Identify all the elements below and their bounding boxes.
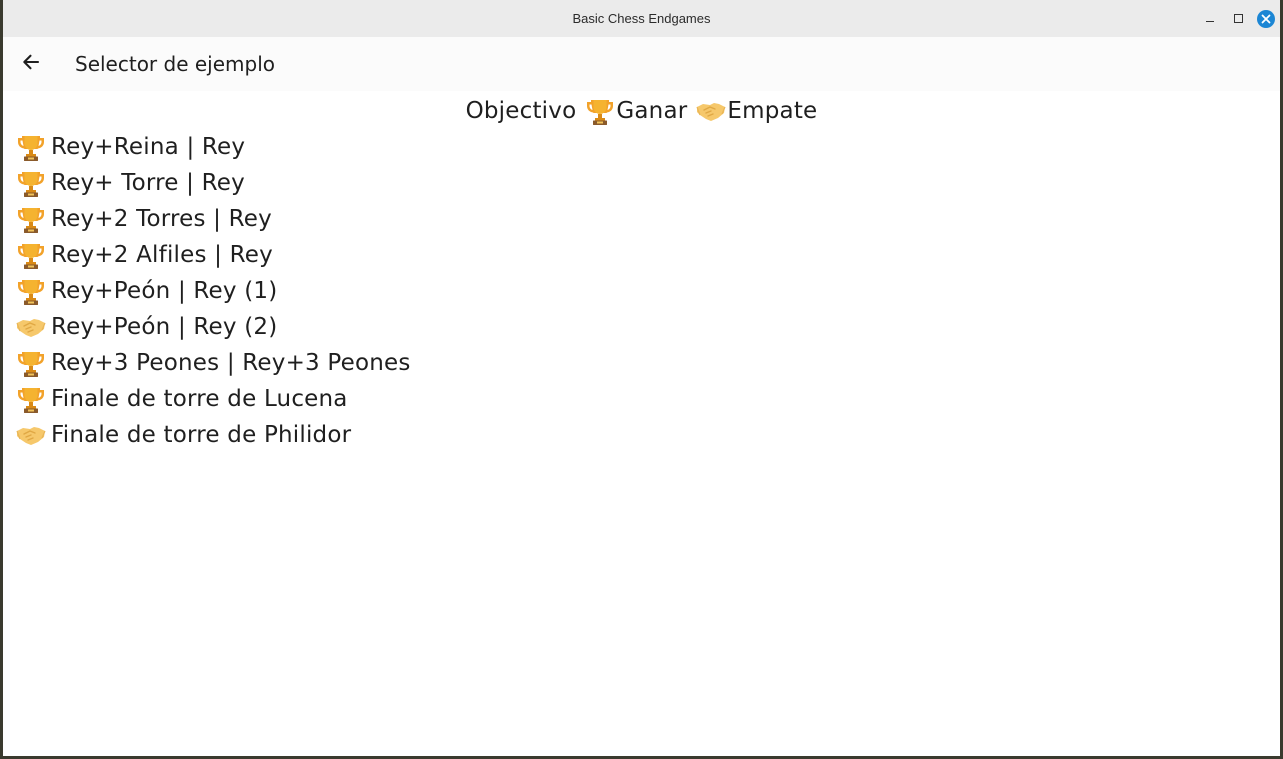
example-label: Rey+3 Peones | Rey+3 Peones: [51, 350, 411, 376]
goal-legend: Objectivo Ganar Empate: [3, 93, 1280, 129]
handshake-icon: [15, 420, 47, 450]
example-selector: Objectivo Ganar Empate Rey+Reina | Rey R…: [3, 91, 1280, 453]
trophy-icon: [15, 240, 47, 270]
example-label: Finale de torre de Philidor: [51, 422, 352, 448]
example-item[interactable]: Rey+2 Torres | Rey: [3, 201, 1280, 237]
close-button[interactable]: [1252, 0, 1280, 37]
trophy-icon: [584, 96, 616, 126]
trophy-icon: [15, 168, 47, 198]
trophy-icon: [15, 132, 47, 162]
example-item[interactable]: Rey+Peón | Rey (2): [3, 309, 1280, 345]
handshake-icon: [695, 96, 727, 126]
example-label: Finale de torre de Lucena: [51, 386, 348, 412]
legend-label: Objectivo: [465, 98, 577, 124]
title-bar: Basic Chess Endgames: [3, 0, 1280, 37]
example-label: Rey+2 Torres | Rey: [51, 206, 272, 232]
example-item[interactable]: Rey+3 Peones | Rey+3 Peones: [3, 345, 1280, 381]
trophy-icon: [15, 204, 47, 234]
maximize-button[interactable]: [1224, 0, 1252, 37]
example-label: Rey+Peón | Rey (1): [51, 278, 278, 304]
minimize-icon: [1206, 21, 1214, 22]
example-list: Rey+Reina | Rey Rey+ Torre | Rey Rey+2 T…: [3, 129, 1280, 453]
example-label: Rey+Peón | Rey (2): [51, 314, 278, 340]
trophy-icon: [15, 384, 47, 414]
page-title: Selector de ejemplo: [75, 52, 276, 76]
trophy-icon: [15, 276, 47, 306]
example-item[interactable]: Rey+Peón | Rey (1): [3, 273, 1280, 309]
arrow-left-icon: [21, 52, 41, 76]
window-controls: [1196, 0, 1280, 37]
minimize-button[interactable]: [1196, 0, 1224, 37]
window-title: Basic Chess Endgames: [572, 11, 711, 26]
handshake-icon: [15, 312, 47, 342]
example-label: Rey+2 Alfiles | Rey: [51, 242, 273, 268]
close-icon: [1257, 9, 1275, 28]
legend-draw-label: Empate: [727, 98, 818, 124]
example-item[interactable]: Finale de torre de Philidor: [3, 417, 1280, 453]
trophy-icon: [15, 348, 47, 378]
example-item[interactable]: Rey+ Torre | Rey: [3, 165, 1280, 201]
maximize-icon: [1233, 14, 1243, 23]
example-label: Rey+Reina | Rey: [51, 134, 246, 160]
app-bar: Selector de ejemplo: [3, 37, 1280, 91]
example-item[interactable]: Finale de torre de Lucena: [3, 381, 1280, 417]
legend-win-label: Ganar: [616, 98, 688, 124]
app-window: Basic Chess Endgames Selector de ejemplo…: [3, 0, 1280, 756]
back-button[interactable]: [3, 37, 59, 91]
example-item[interactable]: Rey+2 Alfiles | Rey: [3, 237, 1280, 273]
example-item[interactable]: Rey+Reina | Rey: [3, 129, 1280, 165]
example-label: Rey+ Torre | Rey: [51, 170, 245, 196]
